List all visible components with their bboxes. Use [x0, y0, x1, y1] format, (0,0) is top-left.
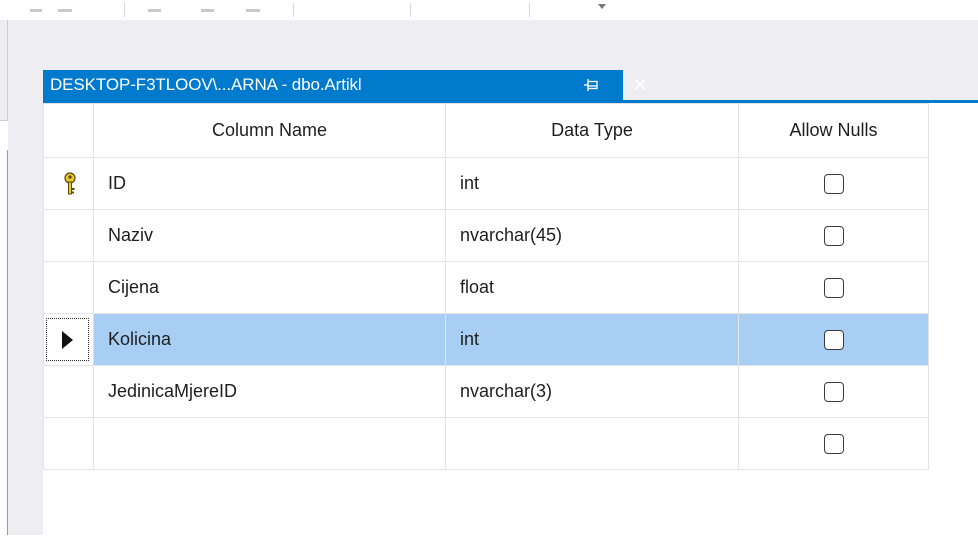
data-type-cell[interactable]: int [445, 313, 739, 366]
close-icon[interactable]: ✕ [631, 76, 649, 94]
allow-nulls-checkbox[interactable] [823, 278, 844, 299]
primary-key-icon [64, 172, 76, 195]
toolbar-separator [124, 3, 125, 17]
data-type-cell[interactable] [445, 417, 739, 470]
data-type-cell[interactable]: nvarchar(3) [445, 365, 739, 418]
table-row-selected[interactable]: Kolicina int [43, 313, 929, 366]
row-selector[interactable] [43, 261, 94, 314]
column-name-cell[interactable]: Naziv [93, 209, 446, 262]
toolbar-button[interactable] [58, 9, 72, 12]
pin-icon[interactable] [583, 78, 599, 92]
column-name-cell[interactable]: ID [93, 157, 446, 210]
allow-nulls-checkbox[interactable] [823, 226, 844, 247]
toolbar-button[interactable] [30, 9, 42, 12]
data-type-header[interactable]: Data Type [445, 103, 739, 158]
column-name-cell[interactable]: Cijena [93, 261, 446, 314]
toolbar-separator [293, 3, 294, 17]
table-row[interactable]: Naziv nvarchar(45) [43, 209, 929, 262]
allow-nulls-cell[interactable] [738, 417, 929, 470]
table-row[interactable]: Cijena float [43, 261, 929, 314]
toolbar-button[interactable] [148, 9, 161, 12]
row-selector[interactable] [43, 313, 94, 366]
column-name-cell[interactable] [93, 417, 446, 470]
table-designer-grid: Column Name Data Type Allow Nulls ID int… [43, 103, 978, 555]
current-row-indicator [46, 318, 89, 361]
document-area: DESKTOP-F3TLOOV\...ARNA - dbo.Artikl ✕ C… [8, 20, 978, 555]
grid-header-row: Column Name Data Type Allow Nulls [43, 103, 929, 158]
data-type-cell[interactable]: nvarchar(45) [445, 209, 739, 262]
row-selector[interactable] [43, 365, 94, 418]
toolbar-button[interactable] [201, 9, 214, 12]
column-name-cell[interactable]: Kolicina [93, 313, 446, 366]
allow-nulls-checkbox[interactable] [823, 382, 844, 403]
row-selector[interactable] [43, 209, 94, 262]
column-name-header[interactable]: Column Name [93, 103, 446, 158]
column-name-cell[interactable]: JedinicaMjereID [93, 365, 446, 418]
allow-nulls-checkbox[interactable] [823, 330, 844, 351]
toolbar-separator [529, 3, 530, 17]
allow-nulls-cell[interactable] [738, 209, 929, 262]
columns-grid: Column Name Data Type Allow Nulls ID int… [43, 103, 929, 470]
allow-nulls-cell[interactable] [738, 365, 929, 418]
toolbar-separator [410, 3, 411, 17]
toolbar-strip [0, 0, 978, 20]
row-selector-header [43, 103, 94, 158]
data-type-cell[interactable]: int [445, 157, 739, 210]
document-tab-title: DESKTOP-F3TLOOV\...ARNA - dbo.Artikl [50, 75, 362, 94]
data-type-cell[interactable]: float [445, 261, 739, 314]
row-selector[interactable] [43, 157, 94, 210]
row-selector[interactable] [43, 417, 94, 470]
toolbar-button[interactable] [246, 9, 260, 12]
allow-nulls-header[interactable]: Allow Nulls [738, 103, 929, 158]
row-pointer-icon [62, 330, 73, 349]
allow-nulls-checkbox[interactable] [823, 174, 844, 195]
allow-nulls-checkbox[interactable] [823, 434, 844, 455]
left-panel-edge [0, 20, 8, 535]
table-row-new[interactable] [43, 417, 929, 470]
table-row[interactable]: ID int [43, 157, 929, 210]
chevron-down-icon[interactable] [598, 4, 606, 9]
allow-nulls-cell[interactable] [738, 157, 929, 210]
allow-nulls-cell[interactable] [738, 313, 929, 366]
table-row[interactable]: JedinicaMjereID nvarchar(3) [43, 365, 929, 418]
document-tab[interactable]: DESKTOP-F3TLOOV\...ARNA - dbo.Artikl ✕ [43, 70, 648, 100]
allow-nulls-cell[interactable] [738, 261, 929, 314]
